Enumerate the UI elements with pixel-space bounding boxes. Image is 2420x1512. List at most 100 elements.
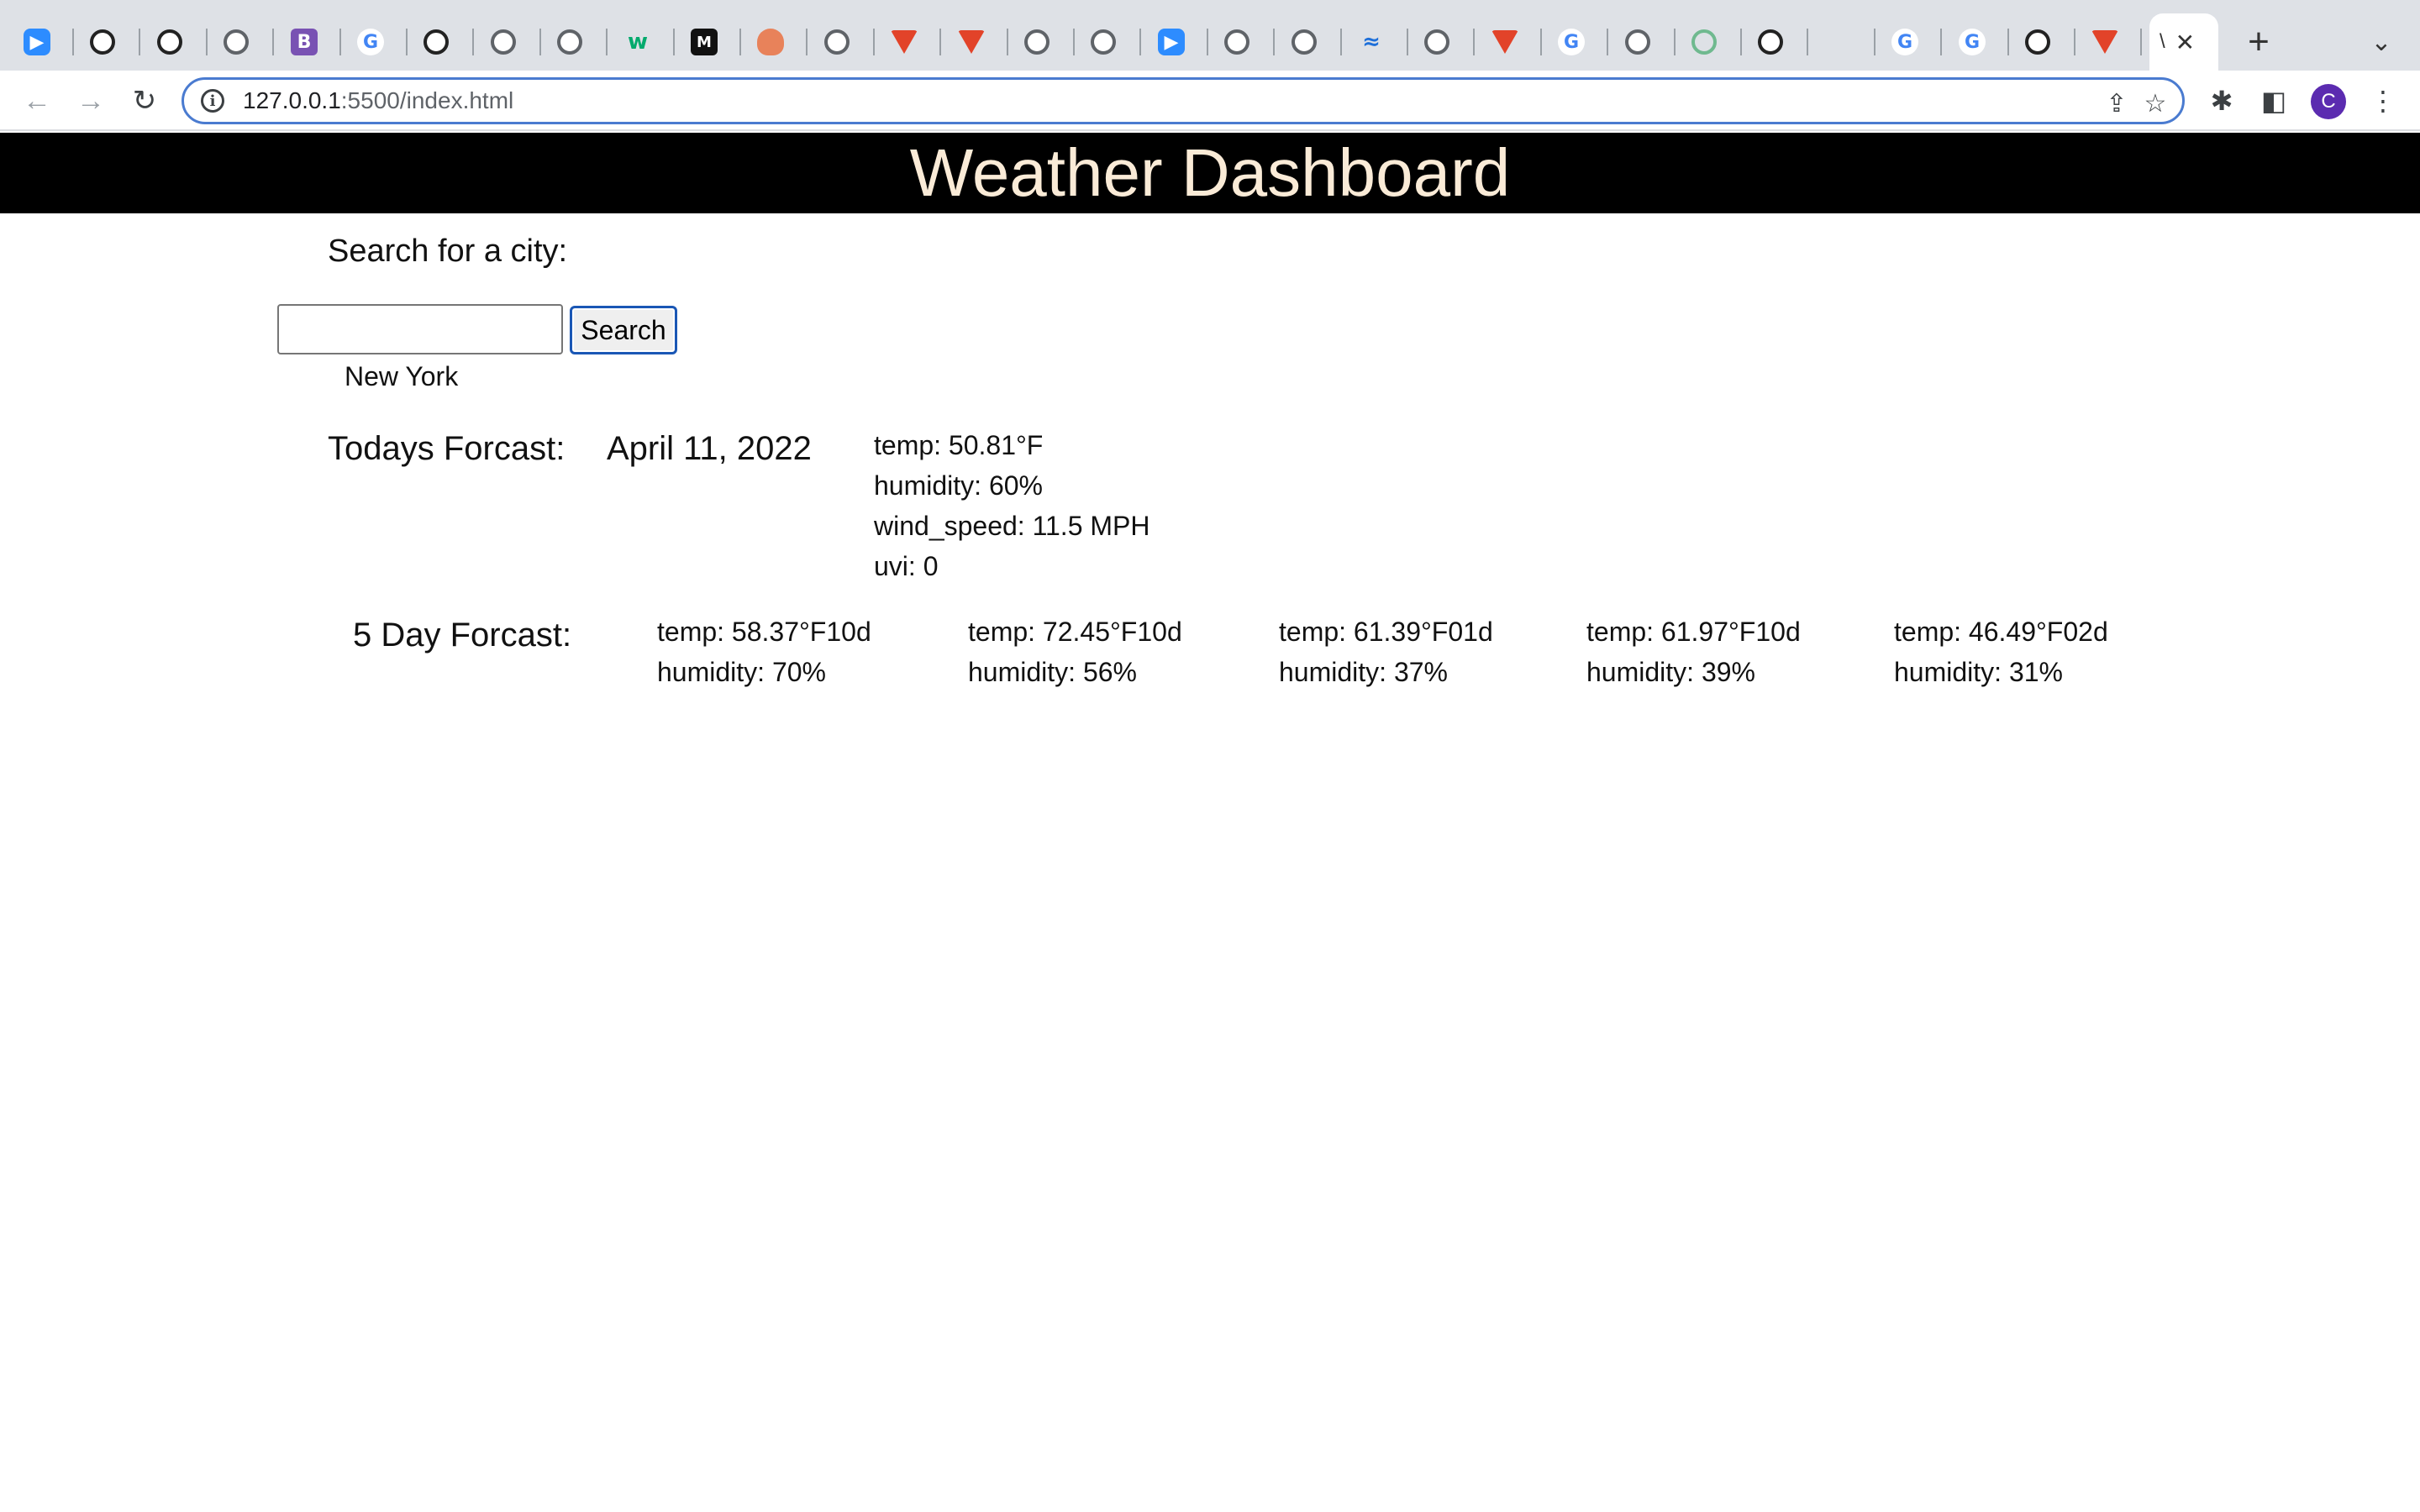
browser-tab[interactable]: [1808, 13, 1876, 71]
forward-arrow-icon[interactable]: →: [69, 79, 113, 123]
browser-tab[interactable]: [1608, 13, 1676, 71]
close-tab-icon[interactable]: ✕: [2175, 29, 2195, 56]
browser-tab[interactable]: [808, 13, 875, 71]
globe-icon: [1625, 29, 1650, 55]
gitlab-icon: [891, 30, 918, 54]
forecast-temp: temp: 58.37°F10d: [657, 617, 871, 647]
github-icon: [90, 29, 115, 55]
browser-toolbar: ← → ↻ i 127.0.0.1:5500/index.html ⇪ ☆ ✱ …: [0, 71, 2420, 131]
profile-avatar[interactable]: C: [2311, 84, 2346, 119]
browser-tab[interactable]: [1007, 13, 1075, 71]
forecast-humidity: humidity: 56%: [968, 657, 1137, 687]
forecast-humidity: humidity: 37%: [1279, 657, 1448, 687]
url-path: :5500/index.html: [340, 87, 514, 113]
forecast-temp: temp: 61.97°F10d: [1586, 617, 1801, 647]
globe-icon: [1091, 29, 1116, 55]
browser-tab[interactable]: [941, 13, 1008, 71]
browser-tab[interactable]: [1741, 13, 1808, 71]
browser-tab[interactable]: ≈: [1341, 13, 1408, 71]
browser-tab[interactable]: [1675, 13, 1742, 71]
globe-icon: [1424, 29, 1449, 55]
browser-tab[interactable]: [2008, 13, 2075, 71]
globe-icon: [1292, 29, 1317, 55]
browser-tab[interactable]: G: [1541, 13, 1608, 71]
gitlab-icon: [1491, 30, 1518, 54]
zoom-icon: ▶: [24, 29, 50, 55]
new-tab-button[interactable]: +: [2235, 18, 2282, 66]
side-panel-icon[interactable]: ◧: [2255, 82, 2292, 119]
forecast-humidity: humidity: 39%: [1586, 657, 1755, 687]
browser-tab[interactable]: ▶: [1141, 13, 1208, 71]
browser-tab[interactable]: ▶: [7, 13, 74, 71]
active-tab-title: \: [2160, 30, 2165, 53]
back-arrow-icon[interactable]: ←: [15, 79, 59, 123]
browser-tab[interactable]: [1275, 13, 1342, 71]
google-icon: G: [357, 29, 384, 55]
browser-tab[interactable]: [1475, 13, 1542, 71]
search-history-item[interactable]: New York: [345, 361, 458, 392]
active-tab[interactable]: \ ✕: [2149, 13, 2218, 71]
google-icon: G: [1959, 29, 1986, 55]
microsoft-icon: [1825, 29, 1850, 55]
forecast-humidity: humidity: 31%: [1894, 657, 2063, 687]
github-icon: [1758, 29, 1783, 55]
browser-tab[interactable]: [1407, 13, 1475, 71]
forecast-card: temp: 46.49°F02d humidity: 31%: [1894, 612, 2108, 692]
browser-tab[interactable]: G: [340, 13, 408, 71]
github-icon: [424, 29, 449, 55]
zoom-icon: ▶: [1158, 29, 1185, 55]
forecast-card: temp: 61.39°F01d humidity: 37%: [1279, 612, 1493, 692]
tab-separator: [2140, 29, 2142, 55]
browser-tab[interactable]: [874, 13, 941, 71]
globe-icon: [491, 29, 516, 55]
forecast-card: temp: 72.45°F10d humidity: 56%: [968, 612, 1182, 692]
google-icon: G: [1558, 29, 1585, 55]
github-icon: [157, 29, 182, 55]
five-day-forecast-label: 5 Day Forcast:: [353, 617, 572, 654]
city-search-input[interactable]: [277, 304, 563, 354]
browser-tab-strip: ▶ B Gw M ▶ ≈ G G G \ ✕ + ⌄: [0, 0, 2420, 71]
gitlab-icon: [2091, 30, 2118, 54]
today-humidity: humidity: 60%: [874, 470, 1043, 501]
browser-tab[interactable]: [474, 13, 541, 71]
globe-icon: [224, 29, 249, 55]
browser-tab[interactable]: M: [674, 13, 741, 71]
browser-tab[interactable]: w: [608, 13, 675, 71]
tab-search-chevron-icon[interactable]: ⌄: [2361, 22, 2402, 62]
address-url: 127.0.0.1:5500/index.html: [243, 87, 513, 114]
today-date: April 11, 2022: [607, 430, 812, 467]
page-title: Weather Dashboard: [909, 135, 1511, 210]
globe-icon: [557, 29, 582, 55]
browser-tab[interactable]: [1074, 13, 1141, 71]
browser-tab[interactable]: [540, 13, 608, 71]
w3schools-icon: w: [627, 29, 649, 55]
forecast-temp: temp: 61.39°F01d: [1279, 617, 1493, 647]
reload-icon[interactable]: ↻: [123, 79, 166, 123]
browser-menu-icon[interactable]: ⋮: [2365, 82, 2402, 119]
url-host: 127.0.0.1: [243, 87, 341, 113]
browser-tab[interactable]: B: [274, 13, 341, 71]
browser-tab[interactable]: [207, 13, 274, 71]
today-stats: temp: 50.81°F humidity: 60% wind_speed: …: [874, 425, 1150, 586]
forecast-temp: temp: 72.45°F10d: [968, 617, 1182, 647]
bookmark-star-icon[interactable]: ☆: [2139, 87, 2172, 120]
today-forecast-label: Todays Forcast:: [328, 430, 566, 467]
extensions-puzzle-icon[interactable]: ✱: [2203, 82, 2240, 119]
browser-tab[interactable]: [407, 13, 474, 71]
m-icon: M: [691, 29, 718, 55]
search-button[interactable]: Search: [570, 306, 677, 354]
browser-tab[interactable]: [1207, 13, 1275, 71]
site-info-icon[interactable]: i: [201, 89, 224, 113]
browser-tab[interactable]: [140, 13, 208, 71]
share-icon[interactable]: ⇪: [2100, 87, 2133, 120]
browser-tab[interactable]: [2075, 13, 2142, 71]
globe-icon: [1224, 29, 1249, 55]
forecast-humidity: humidity: 70%: [657, 657, 826, 687]
address-bar[interactable]: i 127.0.0.1:5500/index.html ⇪ ☆: [182, 77, 2185, 124]
google-icon: G: [1891, 29, 1918, 55]
browser-tab[interactable]: G: [1875, 13, 1942, 71]
browser-tab[interactable]: [73, 13, 140, 71]
browser-tab[interactable]: [740, 13, 808, 71]
today-temp: temp: 50.81°F: [874, 430, 1044, 460]
browser-tab[interactable]: G: [1942, 13, 2009, 71]
